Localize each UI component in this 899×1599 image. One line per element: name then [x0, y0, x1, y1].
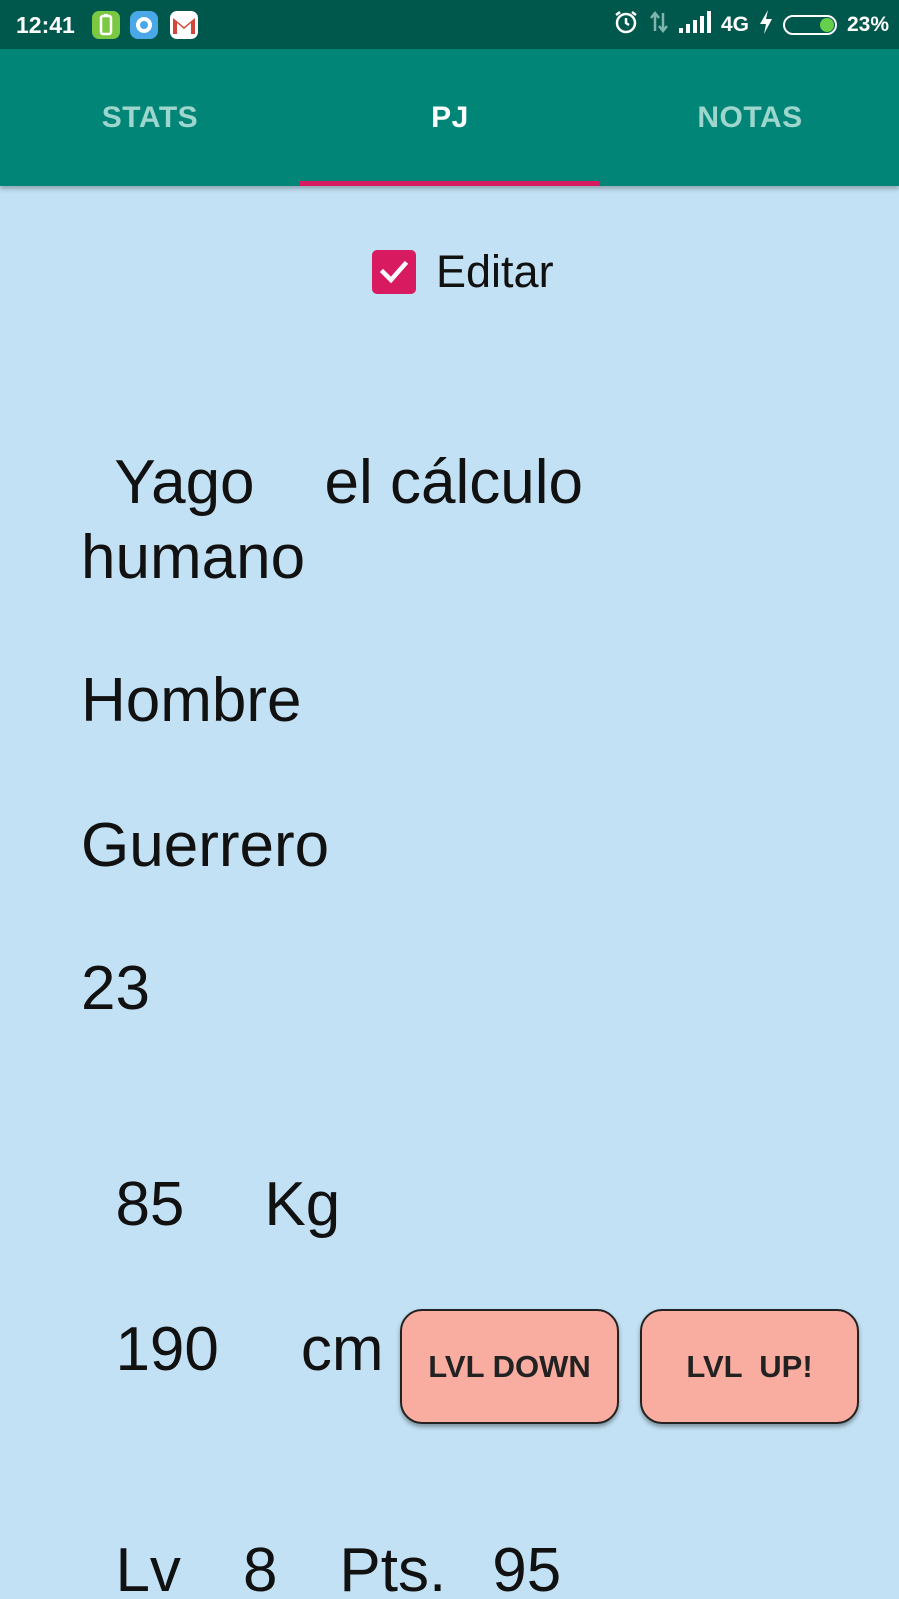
status-bar: 12:41 4G 23% [0, 0, 899, 49]
character-height[interactable]: 190 [115, 1315, 218, 1384]
level-down-button[interactable]: LVL DOWN [400, 1309, 619, 1424]
weight-row: 85 Kg [81, 1098, 340, 1240]
chat-app-icon [130, 11, 158, 39]
tab-stats[interactable]: STATS [0, 49, 300, 186]
character-race[interactable]: humano [81, 522, 305, 593]
gmail-icon [170, 11, 198, 39]
character-level: 8 [242, 1536, 278, 1599]
level-row: Lv 8 Pts. 95 [81, 1464, 561, 1599]
points-label: Pts. [339, 1536, 447, 1599]
name-row: Yago el cálculo [81, 376, 583, 518]
charging-icon [759, 10, 773, 40]
tab-notas[interactable]: NOTAS [600, 49, 899, 186]
battery-percent: 23% [846, 13, 889, 36]
tab-bar: STATS PJ NOTAS [0, 49, 899, 186]
signal-icon [678, 11, 711, 39]
character-weight[interactable]: 85 [115, 1170, 184, 1239]
network-type: 4G [720, 13, 749, 36]
edit-label: Editar [436, 246, 554, 297]
level-up-button[interactable]: LVL UP! [640, 1309, 859, 1424]
status-right: 4G 23% [613, 9, 889, 41]
character-epithet[interactable]: el cálculo [325, 448, 583, 517]
character-gender[interactable]: Hombre [81, 665, 302, 736]
character-points: 95 [492, 1536, 562, 1599]
alarm-icon [613, 9, 639, 41]
character-name[interactable]: Yago [114, 448, 254, 517]
data-arrows-icon [649, 9, 669, 41]
weight-unit: Kg [264, 1170, 341, 1239]
tab-pj[interactable]: PJ [300, 49, 600, 186]
height-unit: cm [300, 1315, 384, 1384]
status-time: 12:41 [16, 12, 75, 38]
character-age[interactable]: 23 [81, 953, 150, 1024]
character-class[interactable]: Guerrero [81, 810, 329, 881]
tab-indicator [300, 181, 599, 186]
battery-app-icon [92, 11, 120, 39]
height-row: 190 cm [81, 1243, 384, 1385]
edit-checkbox[interactable] [372, 250, 416, 294]
check-icon [379, 260, 409, 284]
edit-toggle[interactable]: Editar [372, 246, 554, 298]
level-label: Lv [115, 1536, 181, 1599]
battery-icon [782, 15, 837, 35]
